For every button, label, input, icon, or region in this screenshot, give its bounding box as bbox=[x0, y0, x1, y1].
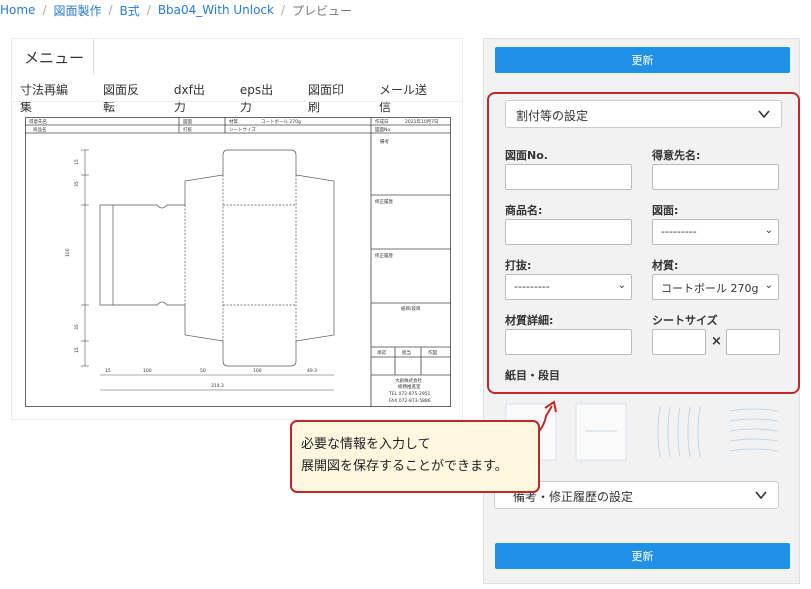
company-name: 大創株式会社 bbox=[395, 377, 422, 384]
drawing-no-label: 図面No. bbox=[505, 149, 548, 162]
dimension-left: 35 bbox=[74, 324, 80, 330]
drawing-select[interactable]: --------- ⌄ bbox=[652, 219, 779, 245]
title-block-product-label: 商品名 bbox=[33, 126, 47, 133]
dimension-left: 100 bbox=[65, 248, 71, 257]
menu-divider bbox=[12, 101, 462, 102]
menu-item-print[interactable]: 図面印刷 bbox=[308, 81, 356, 115]
title-block-grain-label: 紙目/段目 bbox=[401, 305, 421, 312]
title-block-revision-label: 修正履歴 bbox=[375, 252, 393, 259]
die-line-drawing: 得意先名 図面 材質 コートボール 270g 作成日 2021年10月7日 商品… bbox=[25, 117, 451, 407]
dimension-total: 314.3 bbox=[211, 383, 224, 389]
material-select[interactable]: コートボール 270g ⌄ bbox=[652, 274, 779, 300]
customer-name-input[interactable] bbox=[652, 164, 779, 190]
callout-line-1: 必要な情報を入力して bbox=[301, 437, 431, 452]
breadcrumb: Home / 図面製作 / B式 / Bba04_With Unlock / プ… bbox=[0, 0, 811, 20]
select-arrow-icon: ⌄ bbox=[764, 280, 773, 291]
material-detail-label: 材質詳細: bbox=[505, 314, 554, 327]
product-name-label: 商品名: bbox=[505, 204, 543, 217]
dimension-bottom: 100 bbox=[143, 368, 152, 374]
menu-item-flip[interactable]: 図面反転 bbox=[103, 81, 151, 115]
breadcrumb-home[interactable]: Home bbox=[0, 3, 35, 17]
dimension-bottom: 49.3 bbox=[307, 368, 317, 374]
title-block-drawing-label: 図面 bbox=[183, 119, 192, 125]
dimension-left: 15 bbox=[74, 347, 80, 353]
sheet-size-width-input[interactable] bbox=[652, 329, 706, 355]
title-block-material-value: コートボール 270g bbox=[261, 118, 301, 125]
layout-settings-form: 割付等の設定 図面No. 得意先名: 商品名: 図面: --------- ⌄ … bbox=[487, 92, 800, 394]
breadcrumb-item-type[interactable]: B式 bbox=[120, 2, 140, 19]
title-block-revision-label: 修正履歴 bbox=[375, 198, 393, 205]
title-block-date-label: 作成日 bbox=[375, 118, 389, 125]
material-select-value: コートボール 270g bbox=[661, 282, 759, 295]
menu-item-eps-export[interactable]: eps出力 bbox=[240, 81, 285, 115]
menu-item-dimension-edit[interactable]: 寸法再編集 bbox=[20, 81, 80, 115]
breadcrumb-item-drawing[interactable]: 図面製作 bbox=[53, 2, 101, 19]
breadcrumb-separator: / bbox=[280, 3, 286, 17]
grain-label: 紙目・段目 bbox=[505, 369, 560, 382]
dimension-bottom: 100 bbox=[253, 368, 262, 374]
breadcrumb-item-model[interactable]: Bba04_With Unlock bbox=[158, 3, 274, 17]
sheet-size-label: シートサイズ bbox=[652, 314, 718, 327]
product-name-input[interactable] bbox=[505, 219, 632, 245]
preview-panel: メニュー 寸法再編集 図面反転 dxf出力 eps出力 図面印刷 メール送信 得… bbox=[11, 38, 463, 420]
title-block-die-label: 打抜 bbox=[183, 126, 192, 133]
title-block-notes-label: 備考 bbox=[380, 138, 389, 145]
company-dept: 総務推進室 bbox=[398, 383, 421, 390]
chevron-down-icon bbox=[755, 491, 767, 500]
dimension-left: 35 bbox=[74, 181, 80, 187]
die-select[interactable]: --------- ⌄ bbox=[505, 274, 632, 300]
menu-item-dxf-export[interactable]: dxf出力 bbox=[174, 81, 217, 115]
die-select-value: --------- bbox=[514, 280, 550, 293]
title-block-drawn-label: 作図 bbox=[428, 349, 437, 356]
select-arrow-icon: ⌄ bbox=[764, 225, 773, 236]
grain-option-icon[interactable] bbox=[728, 403, 780, 461]
select-arrow-icon: ⌄ bbox=[617, 280, 626, 291]
instruction-callout: 必要な情報を入力して 展開図を保存することができます。 bbox=[290, 420, 540, 493]
title-block-approve-label: 承認 bbox=[377, 349, 386, 356]
sheet-size-height-input[interactable] bbox=[726, 329, 780, 355]
title-block-number-label: 図面No. bbox=[375, 127, 391, 133]
callout-line-2: 展開図を保存することができます。 bbox=[301, 459, 508, 474]
die-label: 打抜: bbox=[505, 259, 532, 272]
company-tel: TEL 072-875-2951 bbox=[388, 391, 431, 397]
title-block-date-value: 2021年10月7日 bbox=[405, 118, 439, 125]
update-button-bottom[interactable]: 更新 bbox=[495, 543, 790, 569]
drawing-label: 図面: bbox=[652, 204, 679, 217]
breadcrumb-current: プレビュー bbox=[292, 3, 353, 18]
title-block-charge-label: 担当 bbox=[402, 349, 411, 356]
menu-title: メニュー bbox=[12, 39, 94, 75]
menu-bar: 寸法再編集 図面反転 dxf出力 eps出力 図面印刷 メール送信 bbox=[20, 81, 462, 115]
times-sign: × bbox=[711, 334, 722, 349]
menu-item-send-mail[interactable]: メール送信 bbox=[379, 81, 439, 115]
section-layout-title: 割付等の設定 bbox=[516, 109, 589, 123]
company-fax: FAX 072-873-5886 bbox=[389, 398, 431, 404]
customer-name-label: 得意先名: bbox=[652, 149, 701, 162]
title-block-material-label: 材質 bbox=[229, 118, 238, 125]
material-label: 材質: bbox=[652, 259, 679, 272]
dimension-bottom: 50 bbox=[200, 368, 206, 374]
breadcrumb-separator: / bbox=[108, 3, 113, 17]
box-die-line bbox=[99, 149, 335, 367]
dimension-left: 15 bbox=[74, 159, 80, 165]
breadcrumb-separator: / bbox=[42, 3, 47, 17]
breadcrumb-separator: / bbox=[146, 3, 151, 17]
chevron-down-icon bbox=[758, 110, 770, 119]
material-detail-input[interactable] bbox=[505, 329, 632, 355]
update-button-top[interactable]: 更新 bbox=[495, 47, 790, 73]
title-block-sheet-label: シートサイズ bbox=[229, 126, 256, 133]
dimension-bottom: 15 bbox=[105, 368, 111, 374]
drawing-no-input[interactable] bbox=[505, 164, 632, 190]
grain-option-icon[interactable] bbox=[575, 403, 627, 461]
title-block-customer-label: 得意先名 bbox=[29, 118, 47, 125]
drawing-select-value: --------- bbox=[661, 225, 697, 238]
grain-option-icon[interactable] bbox=[652, 403, 704, 461]
section-layout-settings[interactable]: 割付等の設定 bbox=[505, 100, 782, 128]
